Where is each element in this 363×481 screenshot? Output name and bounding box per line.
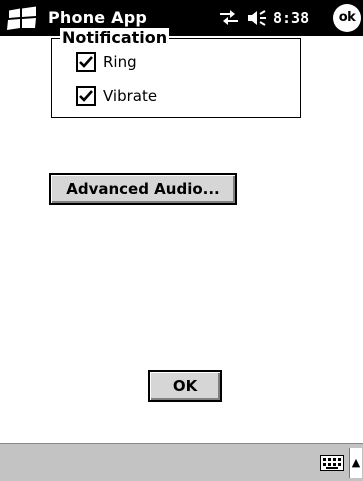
windows-flag-icon[interactable] [6, 5, 40, 31]
connectivity-icon[interactable] [218, 9, 240, 27]
ring-label: Ring [103, 53, 137, 71]
checkmark-icon [79, 90, 93, 102]
ok-title-button[interactable]: ok [333, 4, 361, 32]
menu-bar: ▲ [0, 443, 363, 481]
checkmark-icon [79, 56, 93, 68]
advanced-audio-button[interactable]: Advanced Audio... [49, 173, 237, 205]
notification-groupbox [51, 38, 301, 118]
vibrate-label: Vibrate [103, 87, 158, 105]
app-title: Phone App [48, 8, 148, 27]
ring-checkbox[interactable] [76, 52, 96, 72]
clock[interactable]: 8:38 [273, 9, 309, 27]
input-panel-arrow-icon[interactable]: ▲ [349, 448, 362, 478]
ok-button[interactable]: OK [148, 370, 222, 402]
notification-group-label: Notification [60, 28, 170, 48]
vibrate-checkbox[interactable] [76, 86, 96, 106]
speaker-icon[interactable] [246, 9, 268, 27]
keyboard-icon[interactable] [320, 455, 344, 471]
title-bar: Phone App 8:38 ok [0, 0, 363, 36]
